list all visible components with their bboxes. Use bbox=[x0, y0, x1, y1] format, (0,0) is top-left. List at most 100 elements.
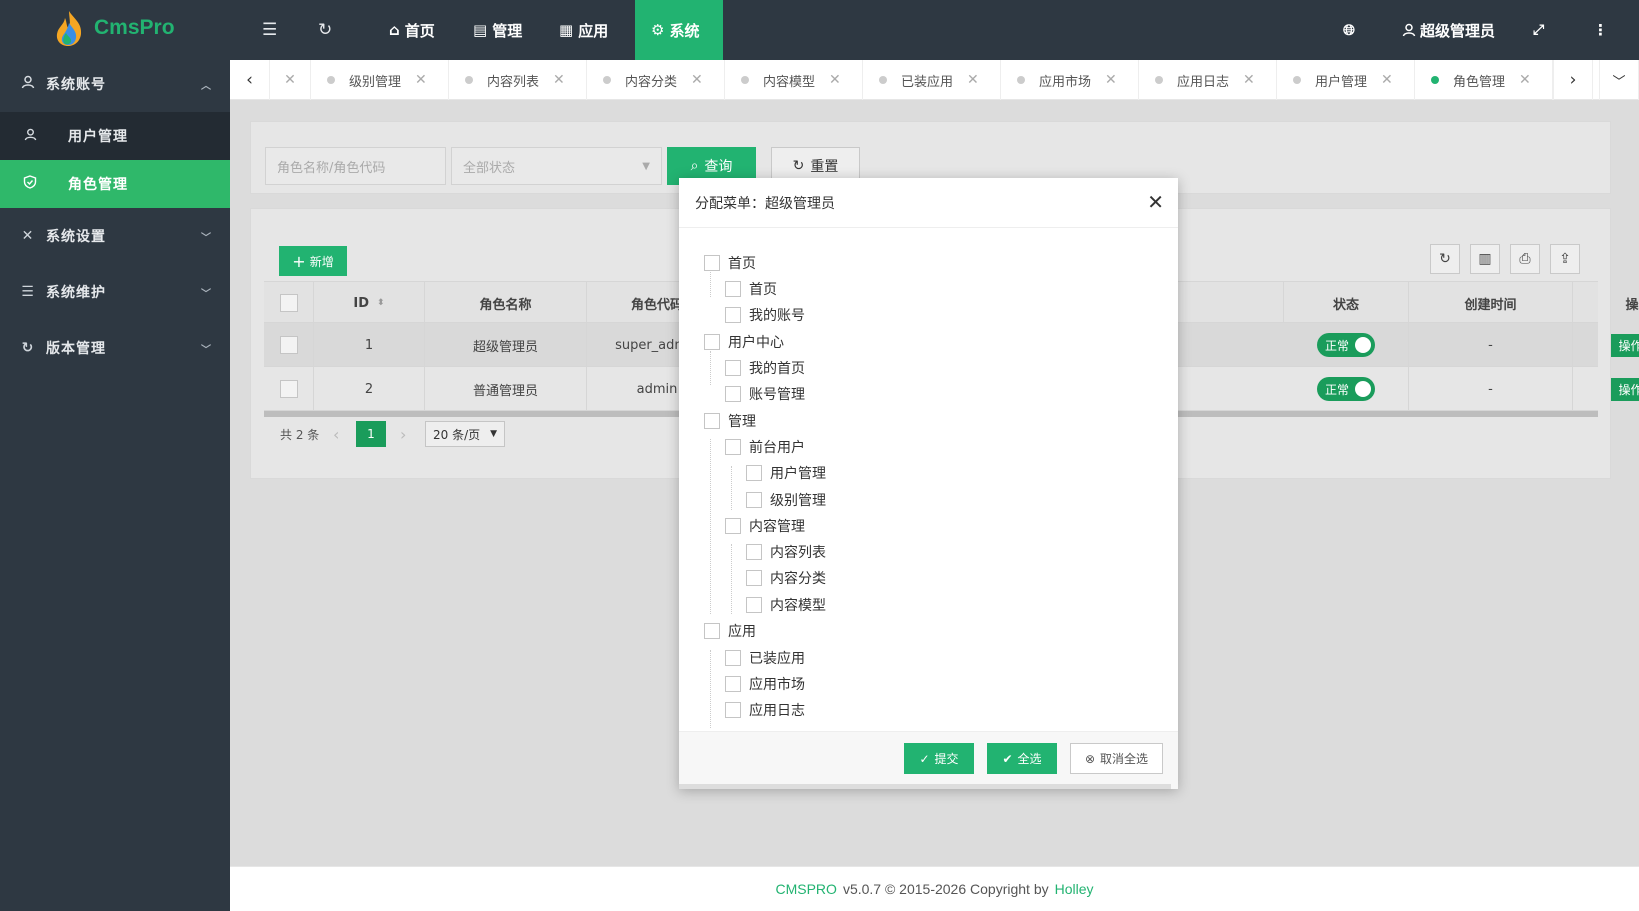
tab-user-manage[interactable]: 用户管理 ✕ bbox=[1277, 60, 1415, 100]
sidebar-group-maintenance[interactable]: ☰ 系统维护 ﹀ bbox=[0, 264, 230, 320]
tree-checkbox[interactable] bbox=[704, 255, 720, 271]
tree-checkbox[interactable] bbox=[746, 597, 762, 613]
tree-checkbox[interactable] bbox=[725, 360, 741, 376]
tree-node[interactable]: 应用日志 bbox=[725, 700, 805, 720]
close-icon[interactable]: ✕ bbox=[1147, 192, 1164, 212]
tree-node[interactable]: 应用 bbox=[704, 621, 756, 641]
check-icon: ✓ bbox=[919, 751, 930, 766]
tree-guide bbox=[710, 439, 711, 614]
home-icon: ⌂ bbox=[389, 21, 400, 39]
tab-level-manage[interactable]: 级别管理 ✕ bbox=[311, 60, 449, 100]
footer-brand[interactable]: CMSPRO bbox=[775, 881, 836, 897]
chevron-up-icon: ︿ bbox=[201, 80, 212, 92]
tree-checkbox[interactable] bbox=[725, 650, 741, 666]
tree-node[interactable]: 首页 bbox=[704, 253, 756, 273]
tree-checkbox[interactable] bbox=[746, 492, 762, 508]
close-circle-icon: ⊗ bbox=[1084, 751, 1096, 766]
tree-node[interactable]: 内容管理 bbox=[725, 516, 805, 536]
tab-content-list[interactable]: 内容列表 ✕ bbox=[449, 60, 587, 100]
tree-node[interactable]: 账号管理 bbox=[725, 384, 805, 404]
tree-checkbox[interactable] bbox=[725, 307, 741, 323]
tree-guide bbox=[710, 650, 711, 728]
tree-node[interactable]: 已装应用 bbox=[725, 648, 805, 668]
fullscreen-icon[interactable]: ⤢ bbox=[1533, 0, 1544, 60]
close-icon[interactable]: ✕ bbox=[829, 72, 841, 88]
close-icon[interactable]: ✕ bbox=[415, 72, 427, 88]
tree-node[interactable]: 前台用户 bbox=[725, 437, 805, 457]
tree-checkbox[interactable] bbox=[725, 439, 741, 455]
tree-node[interactable]: 级别管理 bbox=[746, 490, 826, 510]
dialog-footer: ✓ 提交 ✔ 全选 ⊗ 取消全选 bbox=[679, 731, 1178, 789]
tab-next-icon[interactable]: › bbox=[1553, 60, 1593, 100]
close-icon[interactable]: ✕ bbox=[284, 72, 296, 88]
header-tab-home[interactable]: ⌂ 首页 bbox=[373, 0, 451, 60]
user-icon bbox=[1402, 23, 1416, 37]
tools-icon: ✕ bbox=[21, 228, 35, 244]
tab-menu-chevron-down-icon[interactable]: ﹀ bbox=[1599, 60, 1639, 100]
footer-author[interactable]: Holley bbox=[1055, 881, 1094, 897]
sidebar-group-settings[interactable]: ✕ 系统设置 ﹀ bbox=[0, 208, 230, 264]
tab-app-market[interactable]: 应用市场 ✕ bbox=[1001, 60, 1139, 100]
tab-home-close[interactable]: ✕ bbox=[270, 60, 311, 100]
tree-node[interactable]: 管理 bbox=[704, 411, 756, 431]
tree-node[interactable]: 用户管理 bbox=[746, 463, 826, 483]
tab-installed-apps[interactable]: 已装应用 ✕ bbox=[863, 60, 1001, 100]
tree-checkbox[interactable] bbox=[725, 676, 741, 692]
tab-role-manage[interactable]: 角色管理 ✕ bbox=[1415, 60, 1553, 100]
sidebar-group-versions[interactable]: ↻ 版本管理 ﹀ bbox=[0, 320, 230, 376]
tree-node[interactable]: 内容分类 bbox=[746, 568, 826, 588]
dialog-horizontal-scrollbar[interactable] bbox=[679, 784, 1171, 789]
tab-app-log[interactable]: 应用日志 ✕ bbox=[1139, 60, 1277, 100]
tree-checkbox[interactable] bbox=[746, 570, 762, 586]
server-icon: ☰ bbox=[21, 284, 35, 300]
tree-checkbox[interactable] bbox=[725, 702, 741, 718]
tree-checkbox[interactable] bbox=[704, 623, 720, 639]
dialog-header: 分配菜单：超级管理员 ✕ bbox=[679, 178, 1178, 228]
shield-check-icon bbox=[22, 175, 38, 193]
tree-checkbox[interactable] bbox=[704, 413, 720, 429]
tree-node[interactable]: 用户中心 bbox=[704, 332, 784, 352]
deselect-all-button[interactable]: ⊗ 取消全选 bbox=[1070, 743, 1163, 774]
close-icon[interactable]: ✕ bbox=[553, 72, 565, 88]
top-header: ☰ ↻ ⌂ 首页 ▤ 管理 ▦ 应用 ⚙ 系统 🌐︎ 超级管理员 ⤢ ⋮ bbox=[230, 0, 1639, 60]
header-tab-apps[interactable]: ▦ 应用 bbox=[543, 0, 624, 60]
tree-checkbox[interactable] bbox=[725, 281, 741, 297]
tab-content-category[interactable]: 内容分类 ✕ bbox=[587, 60, 725, 100]
globe-icon[interactable]: 🌐︎ bbox=[1343, 0, 1355, 60]
header-tab-manage[interactable]: ▤ 管理 bbox=[457, 0, 538, 60]
tree-node[interactable]: 我的首页 bbox=[725, 358, 805, 378]
close-icon[interactable]: ✕ bbox=[1105, 72, 1117, 88]
select-all-button[interactable]: ✔ 全选 bbox=[987, 743, 1057, 774]
tab-dot bbox=[327, 76, 335, 84]
tree-checkbox[interactable] bbox=[746, 544, 762, 560]
tab-prev-icon[interactable]: ‹ bbox=[230, 60, 270, 100]
sidebar-item-roles[interactable]: 角色管理 bbox=[0, 160, 230, 208]
tree-node[interactable]: 我的账号 bbox=[725, 305, 805, 325]
tree-checkbox[interactable] bbox=[725, 518, 741, 534]
tab-content-model[interactable]: 内容模型 ✕ bbox=[725, 60, 863, 100]
tree-node[interactable]: 内容列表 bbox=[746, 542, 826, 562]
menu-toggle-icon[interactable]: ☰ bbox=[262, 0, 277, 60]
refresh-icon[interactable]: ↻ bbox=[318, 0, 332, 60]
logo[interactable]: CmsPro bbox=[0, 0, 230, 56]
more-icon[interactable]: ⋮ bbox=[1593, 0, 1608, 60]
tab-dot bbox=[879, 76, 887, 84]
tree-node[interactable]: 内容模型 bbox=[746, 595, 826, 615]
sidebar-group-accounts[interactable]: 系统账号 ︿ bbox=[0, 56, 230, 112]
close-icon[interactable]: ✕ bbox=[691, 72, 703, 88]
sidebar-item-users[interactable]: 用户管理 bbox=[0, 112, 230, 160]
submit-button[interactable]: ✓ 提交 bbox=[904, 743, 974, 774]
close-icon[interactable]: ✕ bbox=[1243, 72, 1255, 88]
user-menu[interactable]: 超级管理员 bbox=[1402, 0, 1495, 60]
tree-checkbox[interactable] bbox=[746, 465, 762, 481]
sidebar-group-label: 系统账号 bbox=[46, 77, 106, 93]
close-icon[interactable]: ✕ bbox=[967, 72, 979, 88]
tree-checkbox[interactable] bbox=[704, 334, 720, 350]
tree-node[interactable]: 首页 bbox=[725, 279, 777, 299]
header-tab-system[interactable]: ⚙ 系统 bbox=[635, 0, 723, 60]
tree-checkbox[interactable] bbox=[725, 386, 741, 402]
close-icon[interactable]: ✕ bbox=[1381, 72, 1393, 88]
tree-node[interactable]: 应用市场 bbox=[725, 674, 805, 694]
close-icon[interactable]: ✕ bbox=[1519, 72, 1531, 88]
logo-flame-icon bbox=[56, 11, 82, 46]
